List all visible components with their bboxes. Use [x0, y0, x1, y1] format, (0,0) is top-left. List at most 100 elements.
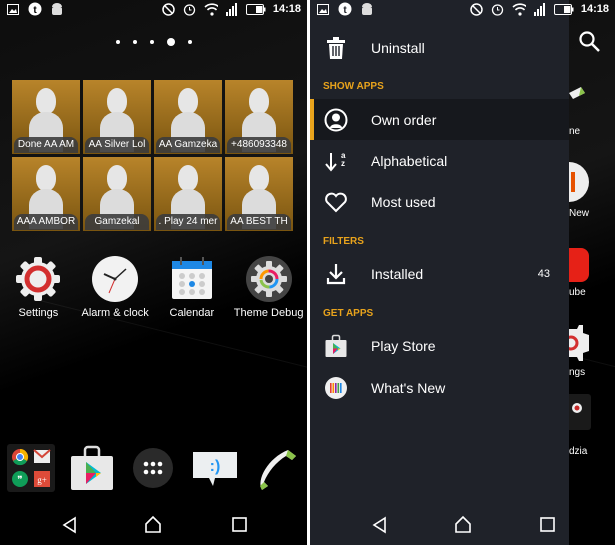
person-circle-icon: [324, 108, 348, 132]
image-icon: [6, 2, 20, 16]
contact-name: AAA AMBOR: [14, 214, 78, 230]
menu-item-label: Own order: [371, 111, 437, 128]
search-icon[interactable]: [578, 30, 602, 54]
page-dot-active[interactable]: [166, 38, 175, 46]
battery-icon: [553, 2, 574, 16]
image-icon: [316, 2, 330, 16]
tool-app-icon-partial[interactable]: [569, 394, 591, 430]
page-indicator[interactable]: [0, 38, 307, 46]
back-icon[interactable]: [370, 515, 390, 535]
wifi-icon: [512, 2, 526, 16]
contact-tile[interactable]: AA Gamzeka: [154, 80, 222, 154]
wifi-icon: [204, 2, 218, 16]
contact-tile[interactable]: AA BEST TH: [225, 157, 293, 231]
clock-time: 14:18: [580, 3, 609, 15]
contact-name: Done AA AM: [14, 137, 78, 153]
contact-tile[interactable]: Gamzekal: [83, 157, 151, 231]
download-icon: [324, 262, 348, 286]
tapatalk-icon: t: [338, 2, 352, 16]
menu-item-label: Play Store: [371, 337, 436, 354]
navigation-bar: [310, 505, 615, 545]
settings-app-icon-partial[interactable]: [569, 325, 589, 361]
recents-icon[interactable]: [230, 515, 250, 535]
dock: ❞ g+ :): [0, 444, 307, 492]
menu-item-label: Installed: [371, 265, 424, 282]
play-store-icon: [324, 334, 348, 358]
menu-item-label: What's New: [371, 379, 446, 396]
installed-count: 43: [537, 267, 550, 280]
app-icon-partial[interactable]: [569, 85, 589, 105]
section-header-get-apps: GET APPS: [323, 308, 374, 319]
contact-name: Gamzekal: [85, 214, 149, 230]
settings-icon: [14, 255, 62, 303]
menu-item-alphabetical[interactable]: az Alphabetical: [310, 140, 569, 181]
contact-tile[interactable]: AA Silver Lol: [83, 80, 151, 154]
whats-new-icon: [324, 376, 348, 400]
app-label: Theme Debug: [233, 307, 304, 319]
theme-debug-icon: [245, 255, 293, 303]
do-not-disturb-icon: [162, 2, 176, 16]
home-apps-row: Settings Alarm & clock Calendar Theme De…: [0, 255, 307, 319]
page-dot[interactable]: [149, 40, 154, 44]
app-calendar[interactable]: Calendar: [154, 255, 230, 319]
back-icon[interactable]: [60, 515, 80, 535]
page-dot[interactable]: [115, 40, 120, 44]
contact-name: AA Silver Lol: [85, 137, 149, 153]
play-store-icon[interactable]: [68, 444, 116, 492]
tapatalk-icon: t: [28, 2, 42, 16]
calendar-icon: [168, 255, 216, 303]
menu-item-whats-new[interactable]: What's New: [310, 367, 569, 408]
contact-tile[interactable]: +486093348: [225, 80, 293, 154]
app-label: ube: [569, 287, 586, 298]
page-dot[interactable]: [187, 40, 192, 44]
app-grid-peek: ne New ube ngs dzia: [569, 0, 615, 545]
app-label: dzia: [569, 446, 588, 457]
contact-name: +486093348: [227, 137, 291, 153]
home-icon[interactable]: [453, 515, 473, 535]
app-label: Settings: [18, 307, 59, 319]
android-icon: [50, 2, 64, 16]
contact-tile[interactable]: Done AA AM: [12, 80, 80, 154]
app-drawer-icon[interactable]: [129, 444, 177, 492]
alarm-icon: [183, 2, 197, 16]
page-dot[interactable]: [132, 40, 137, 44]
navigation-bar: [0, 505, 307, 545]
side-menu: t 14:18 Uninstall SHOW APPS Own order az…: [310, 0, 609, 545]
signal-icon: [225, 2, 239, 16]
messaging-icon[interactable]: :): [191, 444, 239, 492]
contact-tile[interactable]: . Play 24 mer: [154, 157, 222, 231]
battery-icon: [245, 2, 266, 16]
contact-name: AA BEST TH: [227, 214, 291, 230]
home-screen: t 14:18 Done AA AM AA Silver Lol AA Gamz…: [0, 0, 307, 545]
whats-new-app-icon-partial[interactable]: [569, 162, 589, 202]
menu-item-uninstall[interactable]: Uninstall: [310, 27, 569, 68]
clock-time: 14:18: [272, 3, 301, 15]
android-icon: [360, 2, 374, 16]
app-settings[interactable]: Settings: [0, 255, 76, 319]
status-bar: t 14:18: [0, 0, 307, 20]
home-icon[interactable]: [143, 515, 163, 535]
app-theme-debug[interactable]: Theme Debug: [231, 255, 307, 319]
app-label: ne: [569, 126, 581, 137]
phone-icon[interactable]: [252, 444, 300, 492]
trash-icon: [324, 36, 348, 60]
youtube-app-icon-partial[interactable]: [569, 248, 589, 282]
menu-item-own-order[interactable]: Own order: [310, 99, 569, 140]
svg-text:❞: ❞: [17, 475, 22, 486]
section-header-filters: FILTERS: [323, 236, 364, 247]
signal-icon: [533, 2, 547, 16]
app-label: Alarm & clock: [81, 307, 149, 319]
contact-tile[interactable]: AAA AMBOR: [12, 157, 80, 231]
menu-item-play-store[interactable]: Play Store: [310, 325, 569, 366]
google-folder-icon[interactable]: ❞ g+: [6, 444, 55, 492]
menu-item-installed[interactable]: Installed 43: [310, 253, 569, 294]
menu-item-most-used[interactable]: Most used: [310, 181, 569, 222]
recents-icon[interactable]: [538, 515, 558, 535]
app-alarm-clock[interactable]: Alarm & clock: [77, 255, 153, 319]
menu-item-label: Uninstall: [371, 39, 425, 56]
svg-text:g+: g+: [37, 475, 47, 485]
app-label: Calendar: [169, 307, 215, 319]
app-label: ngs: [569, 367, 586, 378]
contact-name: AA Gamzeka: [156, 137, 220, 153]
contact-name: . Play 24 mer: [156, 214, 220, 230]
